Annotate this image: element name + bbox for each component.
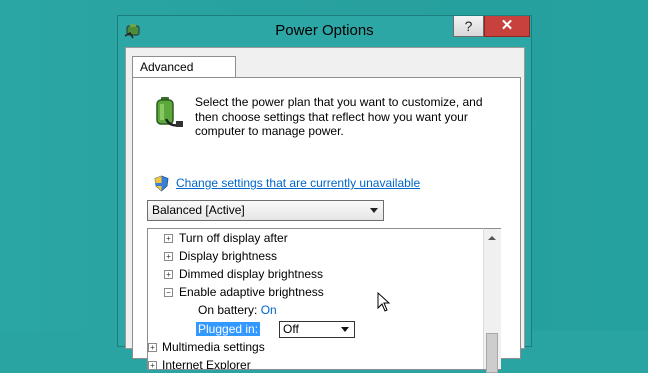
power-options-window: Power Options ? ✕ Advanced settings Sele… bbox=[117, 15, 532, 373]
change-unavailable-settings-link[interactable]: Change settings that are currently unava… bbox=[176, 176, 420, 190]
plugged-in-label: Plugged in: bbox=[196, 322, 261, 336]
expand-icon[interactable]: + bbox=[164, 252, 173, 261]
scroll-up-arrow-icon[interactable] bbox=[488, 236, 496, 240]
power-plan-dropdown[interactable]: Balanced [Active] bbox=[147, 200, 384, 221]
expand-icon[interactable]: + bbox=[164, 234, 173, 243]
battery-plug-icon bbox=[156, 97, 183, 127]
expand-icon[interactable]: + bbox=[148, 361, 157, 369]
tree-scrollbar[interactable] bbox=[483, 228, 501, 373]
instructions-text: Select the power plan that you want to c… bbox=[195, 95, 483, 138]
on-battery-setting[interactable]: On battery: On bbox=[198, 301, 277, 319]
scroll-thumb[interactable] bbox=[486, 333, 498, 373]
plugged-in-value: Off bbox=[283, 322, 299, 336]
collapse-icon[interactable]: − bbox=[164, 288, 173, 297]
close-button[interactable]: ✕ bbox=[484, 16, 530, 37]
expand-icon[interactable]: + bbox=[148, 343, 157, 352]
tree-item-label: Internet Explorer bbox=[162, 358, 251, 370]
chevron-down-icon bbox=[370, 208, 378, 213]
tree-item-label: Enable adaptive brightness bbox=[179, 285, 324, 299]
expand-icon[interactable]: + bbox=[164, 270, 173, 279]
plugged-in-setting[interactable]: Plugged in: bbox=[196, 320, 261, 338]
tree-item-label: Multimedia settings bbox=[162, 340, 265, 354]
on-battery-value[interactable]: On bbox=[261, 303, 277, 317]
title-bar[interactable]: Power Options ? ✕ bbox=[118, 16, 531, 46]
tab-advanced-settings[interactable]: Advanced settings bbox=[132, 56, 236, 94]
tree-item-label: Turn off display after bbox=[179, 231, 288, 245]
on-battery-label: On battery: bbox=[198, 303, 258, 317]
uac-shield-icon bbox=[154, 175, 169, 192]
help-button[interactable]: ? bbox=[453, 16, 484, 37]
plugged-in-dropdown[interactable]: Off bbox=[279, 321, 355, 338]
mouse-pointer-icon bbox=[377, 292, 391, 312]
tree-item-label: Display brightness bbox=[179, 249, 278, 263]
dialog-client-area: Advanced settings Select the power plan … bbox=[125, 47, 525, 373]
power-plan-selected: Balanced [Active] bbox=[152, 203, 245, 217]
tree-item-label: Dimmed display brightness bbox=[179, 267, 324, 281]
advanced-settings-panel: Select the power plan that you want to c… bbox=[132, 77, 521, 373]
settings-tree[interactable]: + Turn off display after + Display brigh… bbox=[147, 228, 501, 370]
chevron-down-icon bbox=[341, 327, 349, 332]
